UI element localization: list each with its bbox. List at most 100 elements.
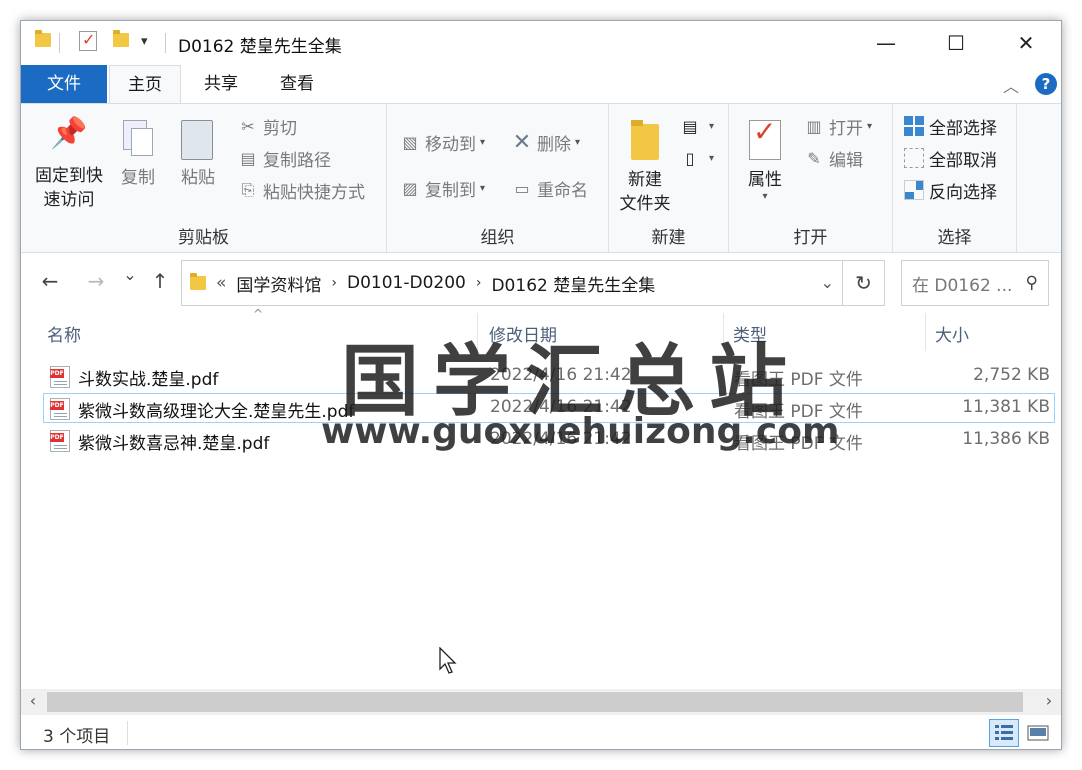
window-title: D0162 楚皇先生全集 [178,37,342,57]
address-bar[interactable]: « 国学资料馆 › D0101-D0200 › D0162 楚皇先生全集 ⌄ [181,260,843,306]
edit-label: 编辑 [829,150,863,171]
edit-icon: ✎ [807,148,821,168]
scroll-right-icon[interactable]: › [1037,691,1061,710]
scroll-thumb[interactable] [47,692,1023,712]
explorer-window: ✓ ▾ D0162 楚皇先生全集 — ☐ ✕ 文件 主页 共享 查看 ︿ ? 📌… [20,20,1062,750]
delete-button[interactable]: ✕ 删除 ▾ [511,128,580,156]
close-button[interactable]: ✕ [1003,27,1049,59]
column-size[interactable]: 大小 [935,321,969,346]
scissors-icon: ✂ [241,116,255,136]
breadcrumb-separator-icon[interactable]: › [476,275,482,291]
select-none-button[interactable]: 全部取消 [903,144,997,172]
open-group-label: 打开 [793,228,828,248]
column-divider[interactable] [925,313,926,351]
file-name: 紫微斗数高级理论大全.楚皇先生.pdf [78,402,355,422]
copy-button[interactable]: 复制 [115,116,161,190]
open-button[interactable]: ▥ 打开 ▾ [803,112,872,140]
new-folder-qa-icon[interactable] [113,30,129,47]
help-icon[interactable]: ? [1035,73,1057,95]
new-folder-label-1: 新建 [628,170,662,190]
clipboard-group-label: 剪贴板 [178,228,229,248]
forward-button[interactable]: → [81,269,111,293]
qa-customize-icon[interactable]: ▾ [141,34,148,49]
paste-icon [175,116,221,166]
search-input[interactable]: 在 D0162 ... ⚲ [901,260,1049,306]
back-button[interactable]: ← [35,269,65,293]
collapse-ribbon-icon[interactable]: ︿ [1003,73,1019,97]
invert-selection-icon [903,179,925,201]
details-view-button[interactable] [989,719,1019,747]
easy-access-button[interactable]: ▯ ▾ [679,144,714,172]
large-icons-view-icon [1027,725,1049,741]
properties-button[interactable]: ✓ 属性 ▾ [739,116,791,202]
invert-selection-label: 反向选择 [929,182,997,203]
copy-to-dropdown-icon: ▾ [480,182,486,194]
qa-divider [59,33,60,53]
paste-button[interactable]: 粘贴 [175,116,221,190]
pdf-file-icon: PDF [50,398,70,420]
navigation-bar: ← → ⌄ ↑ « 国学资料馆 › D0101-D0200 › D0162 楚皇… [21,255,1061,313]
easy-access-icon: ▯ [685,148,695,168]
recent-locations-button[interactable]: ⌄ [115,265,145,284]
status-bar: 3 个项目 [21,715,1061,749]
organize-group: ▧ 移动到 ▾ ▨ 复制到 ▾ ✕ 删除 ▾ ▭ 重命名 组织 [387,104,609,252]
edit-button[interactable]: ✎ 编辑 [803,144,863,172]
tab-share[interactable]: 共享 [189,65,253,103]
breadcrumb-d0162[interactable]: D0162 楚皇先生全集 [491,271,655,296]
search-placeholder: 在 D0162 ... [912,275,1013,296]
breadcrumb-separator-icon[interactable]: › [331,275,337,291]
breadcrumb-d0101[interactable]: D0101-D0200 [347,273,466,293]
select-all-button[interactable]: 全部选择 [903,112,997,140]
new-item-dropdown-icon: ▾ [709,120,715,132]
item-count: 3 个项目 [43,727,111,747]
paste-shortcut-icon: ⎘ [241,180,255,199]
scroll-left-icon[interactable]: ‹ [21,691,45,710]
paste-shortcut-label: 粘贴快捷方式 [263,182,365,203]
select-group: 全部选择 全部取消 反向选择 选择 [893,104,1017,252]
new-folder-button[interactable]: 新建 文件夹 [613,116,677,216]
cut-button[interactable]: ✂ 剪切 [237,112,297,140]
minimize-button[interactable]: — [863,27,909,59]
up-button[interactable]: ↑ [145,269,175,293]
column-name[interactable]: 名称 [47,321,81,346]
properties-dropdown-icon: ▾ [762,191,768,202]
rename-label: 重命名 [537,180,588,201]
details-view-icon [995,725,1013,740]
paste-shortcut-button[interactable]: ⎘ 粘贴快捷方式 [237,176,365,204]
open-label: 打开 [829,118,863,139]
invert-selection-button[interactable]: 反向选择 [903,176,997,204]
sort-ascending-icon: ^ [253,307,264,321]
tab-home[interactable]: 主页 [109,65,181,104]
breadcrumb-overflow[interactable]: « [216,273,226,293]
address-folder-icon [190,273,206,290]
copy-to-button[interactable]: ▨ 复制到 ▾ [399,174,485,202]
cut-label: 剪切 [263,118,297,139]
clipboard-group: 📌 固定到快 速访问 复制 粘贴 ✂ 剪切 ▤ 复制路径 ⎘ 粘贴快捷方式 剪贴… [21,104,387,252]
large-icons-view-button[interactable] [1023,719,1053,747]
status-divider [127,721,128,745]
horizontal-scrollbar[interactable]: ‹ › [21,689,1061,715]
easy-access-dropdown-icon: ▾ [709,152,715,164]
select-all-icon [903,115,925,137]
move-to-button[interactable]: ▧ 移动到 ▾ [399,128,485,156]
delete-dropdown-icon: ▾ [575,136,581,148]
search-icon[interactable]: ⚲ [1026,273,1038,293]
new-item-button[interactable]: ▤ ▾ [679,112,714,140]
new-group: 新建 文件夹 ▤ ▾ ▯ ▾ 新建 [609,104,729,252]
breadcrumb-guoxue[interactable]: 国学资料馆 [236,271,321,296]
rename-button[interactable]: ▭ 重命名 [511,174,588,202]
copy-path-label: 复制路径 [263,150,331,171]
pin-icon: 📌 [50,116,88,151]
tab-view[interactable]: 查看 [265,65,329,103]
copy-path-button[interactable]: ▤ 复制路径 [237,144,331,172]
organize-group-label: 组织 [480,228,515,248]
tab-file[interactable]: 文件 [21,65,107,103]
maximize-button[interactable]: ☐ [933,27,979,59]
copy-to-label: 复制到 [425,180,476,201]
pdf-file-icon: PDF [50,430,70,452]
paste-label: 粘贴 [181,168,215,188]
refresh-button[interactable]: ↻ [843,260,885,306]
address-dropdown-icon[interactable]: ⌄ [821,273,834,292]
pin-quick-access-button[interactable]: 📌 固定到快 速访问 [31,116,107,212]
properties-qa-icon[interactable]: ✓ [79,30,97,51]
